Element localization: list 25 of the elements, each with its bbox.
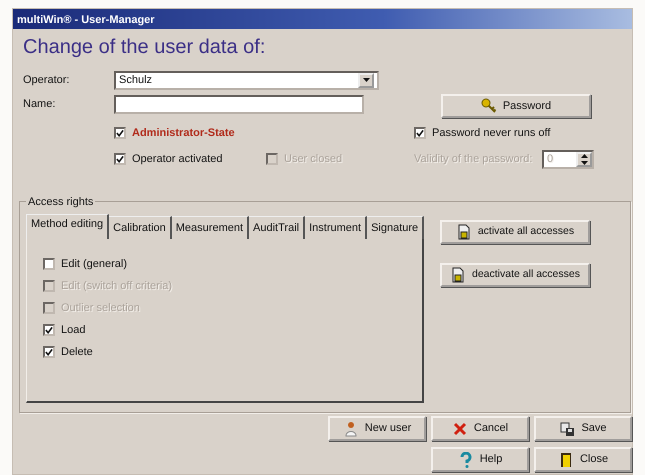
tab[interactable]: AuditTrail bbox=[249, 216, 306, 239]
checkbox-label: Load bbox=[61, 322, 86, 338]
checkbox-label: Administrator-State bbox=[132, 126, 235, 141]
footer-button[interactable]: Close bbox=[534, 447, 632, 472]
footer-button[interactable]: Help bbox=[431, 447, 529, 472]
tab[interactable]: Measurement bbox=[172, 216, 250, 239]
operator-dropdown[interactable]: Schulz bbox=[114, 70, 379, 90]
footer-button[interactable]: New user bbox=[328, 416, 426, 441]
access-button[interactable]: deactivate all accesses bbox=[440, 262, 590, 286]
field-label: Name: bbox=[23, 96, 56, 112]
password-button[interactable]: Password bbox=[441, 94, 591, 118]
checkbox-label: Delete bbox=[61, 344, 93, 360]
tab[interactable]: Signature bbox=[367, 216, 424, 239]
access-button[interactable]: activate all accesses bbox=[440, 220, 590, 244]
window-title: multiWin® - User-Manager bbox=[13, 9, 632, 29]
heading: Change of the user data of: bbox=[23, 35, 266, 59]
footer-button[interactable]: Save bbox=[534, 416, 632, 441]
checkbox-label: Operator activated bbox=[132, 152, 222, 167]
tab[interactable]: Method editing bbox=[26, 214, 110, 239]
checkbox-label: Password never runs off bbox=[432, 126, 550, 141]
checkbox-label: Edit (general) bbox=[61, 256, 128, 272]
field-label: Operator: bbox=[23, 72, 70, 88]
tab[interactable]: Calibration bbox=[109, 216, 172, 239]
footer-button[interactable]: Cancel bbox=[431, 416, 529, 441]
tab[interactable]: Instrument bbox=[305, 216, 368, 239]
